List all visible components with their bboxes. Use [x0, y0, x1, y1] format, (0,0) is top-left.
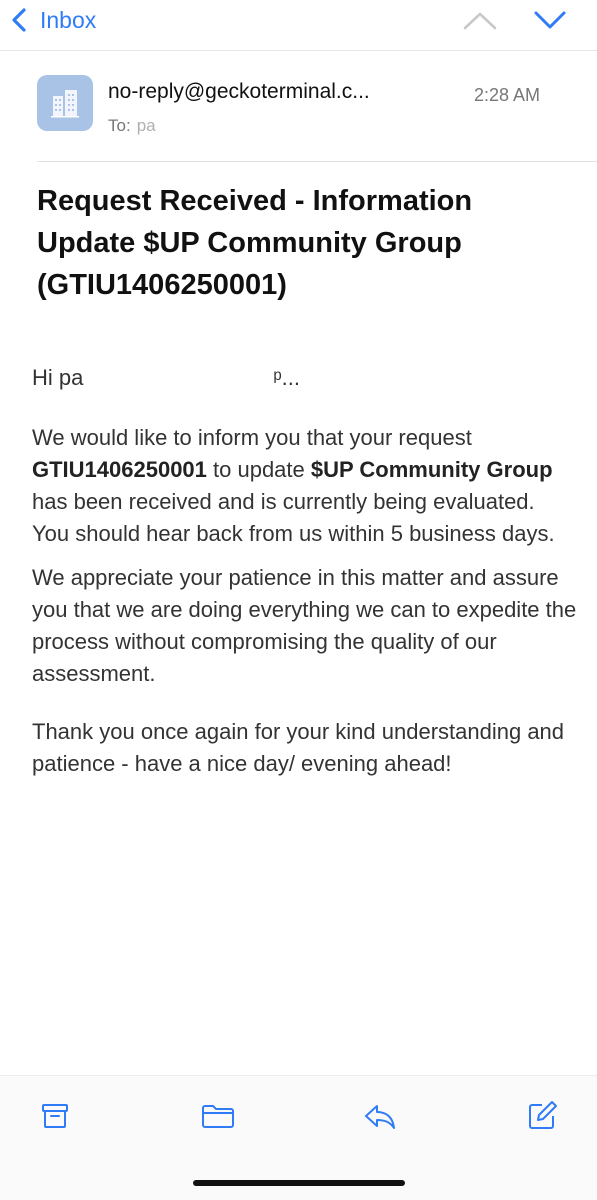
paragraph-text: has been received and is currently being…	[32, 489, 555, 546]
back-label: Inbox	[40, 6, 97, 33]
bottom-toolbar	[0, 1075, 597, 1154]
top-navigation-bar: Inbox	[0, 0, 597, 44]
compose-button[interactable]	[522, 1096, 562, 1136]
group-name: $UP Community Group	[310, 457, 553, 482]
home-indicator[interactable]	[193, 1180, 405, 1186]
sender-address[interactable]: no-reply@geckoterminal.c...	[108, 80, 370, 104]
chevron-up-icon	[463, 12, 497, 30]
chevron-down-icon	[534, 11, 566, 29]
paragraph-text: We would like to inform you that your re…	[32, 425, 472, 450]
to-label: To:	[108, 116, 131, 135]
request-id: GTIU1406250001	[32, 457, 207, 482]
next-message-button[interactable]	[530, 4, 570, 34]
greeting-end: ᵖ...	[273, 365, 301, 390]
folder-icon	[202, 1105, 234, 1128]
recipient-name: pa	[136, 116, 156, 135]
message-header: no-reply@geckoterminal.c... 2:28 AM To: p…	[0, 60, 597, 160]
paragraph-request: We would like to inform you that your re…	[32, 422, 577, 550]
sender-avatar[interactable]	[37, 75, 93, 131]
paragraph-thanks: Thank you once again for your kind under…	[32, 719, 565, 776]
message-time: 2:28 AM	[474, 85, 541, 105]
move-to-folder-button[interactable]	[198, 1096, 238, 1136]
message-body: Hi pa ᵖ... We would like to inform you th…	[32, 362, 577, 792]
home-indicator-area	[0, 1153, 597, 1200]
chevron-left-icon	[12, 8, 26, 32]
building-icon	[51, 90, 79, 118]
reply-button[interactable]	[360, 1096, 400, 1136]
paragraph-text: to update	[206, 457, 311, 482]
message-subject: Request Received - Information Update $U…	[37, 185, 473, 301]
recipient-line[interactable]: To: pa	[108, 116, 156, 136]
compose-icon	[529, 1101, 557, 1129]
back-to-inbox-button[interactable]: Inbox	[6, 4, 96, 36]
paragraph-appreciation: We appreciate your patience in this matt…	[32, 565, 577, 686]
divider	[0, 50, 597, 51]
reply-icon	[365, 1105, 395, 1129]
previous-message-button[interactable]	[460, 4, 500, 34]
greeting: Hi pa ᵖ...	[32, 362, 577, 394]
archive-icon	[42, 1104, 68, 1128]
greeting-start: Hi pa	[32, 365, 84, 390]
divider	[37, 161, 597, 162]
archive-button[interactable]	[35, 1096, 75, 1136]
